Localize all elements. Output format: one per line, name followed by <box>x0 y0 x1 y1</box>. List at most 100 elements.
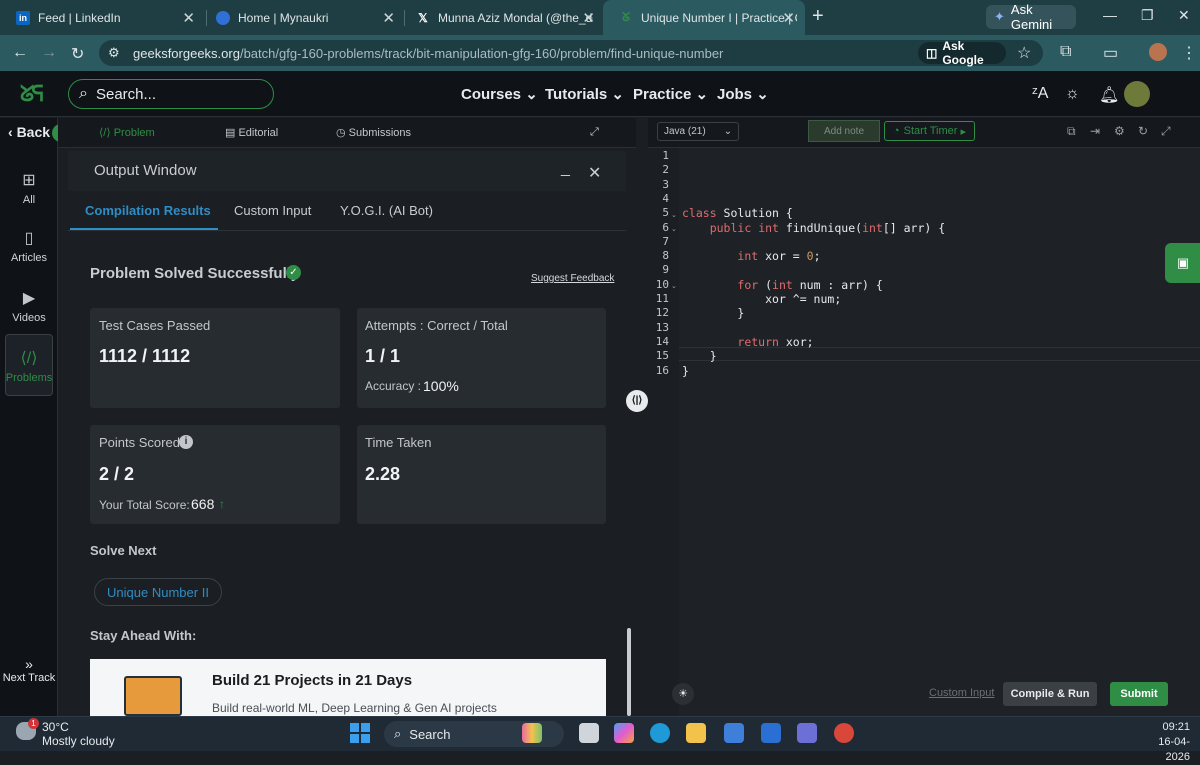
code-line[interactable]: return xor; <box>682 335 813 349</box>
close-window-icon[interactable]: ✕ <box>1178 7 1190 24</box>
temperature: 30°C <box>42 720 69 734</box>
stay-ahead-heading: Stay Ahead With: <box>90 628 197 643</box>
ask-google-button[interactable]: ◫ Ask Google <box>918 39 1006 67</box>
code-line[interactable]: class Solution { <box>682 206 793 220</box>
nav-tutorials[interactable]: Tutorials ⌄ <box>545 85 624 103</box>
tab-editorial[interactable]: ▤ Editorial <box>225 126 278 139</box>
language-select[interactable]: Java (21) ⌄ <box>657 122 739 141</box>
outlook-icon[interactable] <box>761 723 781 743</box>
extensions-icon[interactable]: ⧉ <box>1060 43 1071 61</box>
tab-custom-input[interactable]: Custom Input <box>234 203 311 218</box>
minimize-output-button[interactable]: _ <box>561 160 570 178</box>
total-score-label: Your Total Score: <box>99 498 190 512</box>
chat-button[interactable]: ▣ <box>1165 243 1200 283</box>
url-text[interactable]: geeksforgeeks.org/batch/gfg-160-problems… <box>133 46 723 61</box>
weather-widget[interactable]: 30°C Mostly cloudy <box>42 720 115 748</box>
suggest-feedback-link[interactable]: Suggest Feedback <box>531 273 614 284</box>
start-timer-button[interactable]: ◔ Start Timer ▸ <box>884 121 975 141</box>
restore-icon[interactable]: ❐ <box>1141 7 1154 24</box>
next-problem-chip[interactable]: Unique Number II <box>94 578 222 606</box>
theme-sun-icon[interactable]: ☼ <box>1065 85 1080 103</box>
fullscreen-icon[interactable]: ⤢ <box>1161 124 1171 139</box>
close-icon[interactable]: ✕ <box>582 9 595 27</box>
fullscreen-icon[interactable]: ⤢ <box>590 126 599 139</box>
code-line[interactable]: public int findUnique(int[] arr) { <box>682 221 945 235</box>
ask-gemini-button[interactable]: ✦ Ask Gemini <box>986 2 1076 32</box>
translate-icon[interactable]: ᶻA <box>1032 85 1048 103</box>
info-icon[interactable]: i <box>179 435 193 449</box>
system-clock[interactable]: 09:21 16-04-2026 <box>1134 720 1190 765</box>
code-line[interactable]: } <box>682 349 717 363</box>
bookmark-star-icon[interactable]: ☆ <box>1017 43 1031 63</box>
settings-icon[interactable]: ⚙ <box>1114 124 1125 138</box>
reload-icon[interactable]: ↻ <box>71 44 84 64</box>
back-arrow-icon[interactable]: ← <box>12 44 28 62</box>
browser-tab-gfg[interactable]: ᘜ Unique Number I | Practice | Ge ✕ <box>603 0 805 35</box>
fold-arrow-icon[interactable]: ⌄ <box>671 211 677 219</box>
gfg-logo[interactable]: ᘜᕋ <box>20 81 44 107</box>
teams-icon[interactable] <box>797 723 817 743</box>
edge-icon[interactable] <box>650 723 670 743</box>
windows-start-icon[interactable] <box>350 723 370 743</box>
forward-arrow-icon[interactable]: → <box>41 44 57 62</box>
tab-compilation-results[interactable]: Compilation Results <box>85 203 211 218</box>
nav-label: Practice <box>633 86 692 103</box>
sidepanel-icon[interactable]: ▭ <box>1103 43 1118 63</box>
browser-tab-linkedin[interactable]: in Feed | LinkedIn ✕ <box>0 0 205 35</box>
reset-icon[interactable]: ↻ <box>1138 124 1148 138</box>
submit-button[interactable]: Submit <box>1110 682 1168 706</box>
code-line[interactable]: xor ^= num; <box>682 292 841 306</box>
new-tab-button[interactable]: + <box>812 5 824 28</box>
lightbulb-icon[interactable]: ☀ <box>672 683 694 705</box>
nav-practice[interactable]: Practice ⌄ <box>633 85 708 103</box>
panel-resize-handle[interactable]: ⟨|⟩ <box>626 390 648 412</box>
rail-item-all[interactable]: ⊞ All <box>0 170 58 206</box>
tab-problem[interactable]: ⟨/⟩ Problem <box>99 126 155 139</box>
custom-input-link[interactable]: Custom Input <box>929 687 994 699</box>
file-explorer-icon[interactable] <box>686 723 706 743</box>
import-icon[interactable]: ⇥ <box>1090 124 1100 138</box>
fold-arrow-icon[interactable]: ⌄ <box>671 282 677 290</box>
close-output-button[interactable]: ✕ <box>588 163 601 183</box>
tab-submissions[interactable]: ◷ Submissions <box>336 126 411 139</box>
start-timer-label: Start Timer <box>903 125 958 137</box>
close-icon[interactable]: ✕ <box>382 9 395 27</box>
code-line[interactable]: int xor = 0; <box>682 249 820 263</box>
accuracy-label: Accuracy : <box>365 379 422 393</box>
add-note-button[interactable]: Add note <box>808 120 880 142</box>
play-icon: ▸ <box>960 125 966 138</box>
line-number: 4 <box>662 191 669 205</box>
minimize-icon[interactable]: — <box>1103 7 1117 23</box>
back-button[interactable]: ‹ Back <box>8 124 50 140</box>
line-number: 9 <box>662 263 669 277</box>
copy-icon[interactable]: ⧉ <box>1067 124 1076 139</box>
rail-item-articles[interactable]: ▯ Articles <box>0 228 58 264</box>
copilot-icon[interactable] <box>614 723 634 743</box>
tab-yogi-bot[interactable]: Y.O.G.I. (AI Bot) <box>340 203 433 218</box>
profile-avatar[interactable] <box>1149 43 1167 61</box>
store-icon[interactable] <box>724 723 744 743</box>
next-track-button[interactable]: » Next Track <box>0 656 58 684</box>
site-info-icon[interactable]: ⚙ <box>108 45 120 61</box>
code-line[interactable]: } <box>682 306 744 320</box>
bell-icon[interactable]: 🔔︎ <box>1099 85 1119 105</box>
browser-tab-mynaukri[interactable]: Home | Mynaukri ✕ <box>200 0 405 35</box>
avatar[interactable] <box>1124 81 1150 107</box>
scroll-thumb[interactable] <box>627 628 631 716</box>
close-icon[interactable]: ✕ <box>182 9 195 27</box>
tab-title: Unique Number I | Practice | Ge <box>641 10 797 25</box>
code-line[interactable]: for (int num : arr) { <box>682 278 882 292</box>
fold-arrow-icon[interactable]: ⌄ <box>671 225 677 233</box>
code-line[interactable]: } <box>682 364 689 378</box>
nav-jobs[interactable]: Jobs ⌄ <box>717 85 769 103</box>
nav-courses[interactable]: Courses ⌄ <box>461 85 538 103</box>
rail-item-problems[interactable]: ⟨/⟩ Problems <box>0 348 58 384</box>
chrome-icon[interactable] <box>834 723 854 743</box>
compile-run-button[interactable]: Compile & Run <box>1003 682 1097 706</box>
close-icon[interactable]: ✕ <box>782 9 795 27</box>
browser-tab-x[interactable]: 𝕏 Munna Aziz Mondal (@the_dep ✕ <box>400 0 605 35</box>
task-view-icon[interactable] <box>579 723 599 743</box>
menu-kebab-icon[interactable]: ⋮ <box>1181 43 1197 63</box>
site-search-input[interactable]: ⌕ Search... <box>68 79 274 109</box>
rail-item-videos[interactable]: ▶ Videos <box>0 288 58 324</box>
